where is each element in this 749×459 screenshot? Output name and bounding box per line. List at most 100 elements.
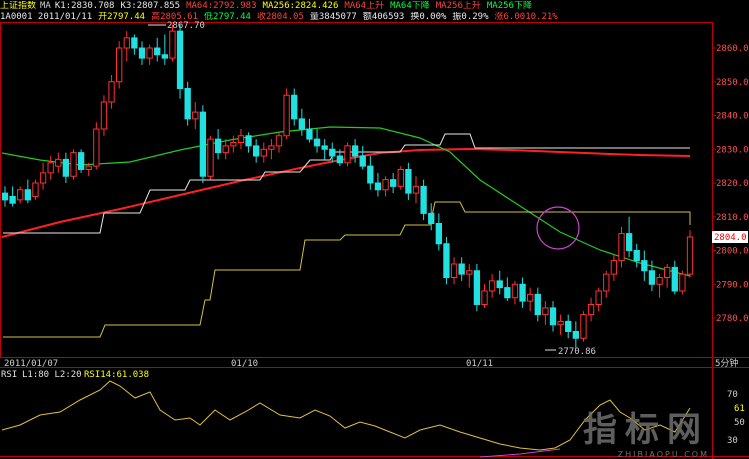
candle-up[interactable] [603,273,610,292]
candle-down[interactable] [351,145,359,157]
candle-up[interactable] [511,283,519,299]
candle-up[interactable] [55,158,62,167]
candle-down[interactable] [496,280,503,289]
candle-down[interactable] [321,145,328,150]
candle-down[interactable] [549,307,557,326]
candle-up[interactable] [169,30,176,59]
rsi-tick-61: 61 [734,404,745,414]
candle-down[interactable] [184,88,191,120]
candle-up[interactable] [466,270,473,275]
candle-down[interactable] [24,189,31,201]
candle-down[interactable] [176,30,184,89]
candle-down[interactable] [291,94,298,120]
candle-up[interactable] [283,94,290,137]
candle-down[interactable] [420,185,427,214]
candle-down[interactable] [504,287,511,299]
candle-down[interactable] [565,320,572,332]
k1-value: K1:2830.708 [54,1,115,11]
candle-down[interactable] [306,128,313,140]
candle-down[interactable] [329,148,336,157]
candle-down[interactable] [458,263,465,275]
candle-up[interactable] [481,290,488,305]
candle-down[interactable] [214,138,222,154]
candle-up[interactable] [397,169,404,187]
candle-down[interactable] [1,192,9,201]
candle-down[interactable] [671,266,678,292]
candle-up[interactable] [146,47,153,59]
candle-up[interactable] [237,135,245,143]
candle-down[interactable] [62,158,70,177]
candle-down[interactable] [374,182,382,191]
candle-down[interactable] [131,37,138,49]
candle-down[interactable] [359,155,366,167]
candle-up[interactable] [488,280,496,292]
candle-up[interactable] [47,162,54,174]
candle-down[interactable] [648,270,656,285]
candle-down[interactable] [641,260,648,272]
candle-down[interactable] [390,179,397,187]
candle-up[interactable] [70,152,77,177]
candle-up[interactable] [39,172,47,184]
candle-down[interactable] [313,138,321,147]
candle-up[interactable] [123,37,130,49]
candlesticks[interactable] [1,24,694,349]
candle-up[interactable] [412,185,420,194]
candle-down[interactable] [534,293,541,316]
candle-up[interactable] [527,293,534,302]
candle-up[interactable] [656,277,663,285]
candle-up[interactable] [610,260,618,275]
candle-up[interactable] [268,145,275,150]
candle-down[interactable] [625,233,633,251]
candle-up[interactable] [116,47,123,83]
candle-up[interactable] [679,273,686,292]
candle-down[interactable] [253,145,260,157]
candle-down[interactable] [428,212,435,224]
candle-up[interactable] [260,148,267,157]
candle-down[interactable] [161,54,168,59]
candle-up[interactable] [85,165,92,170]
candle-up[interactable] [450,263,458,278]
candle-up[interactable] [686,236,694,275]
candle-up[interactable] [275,135,283,147]
date-label-1: 2011/01/07 [4,359,58,369]
candle-up[interactable] [618,233,625,262]
candle-down[interactable] [519,283,526,302]
candle-down[interactable] [405,169,412,194]
candle-up[interactable] [230,142,237,147]
candle-up[interactable] [595,290,602,305]
candle-down[interactable] [435,223,442,245]
candle-up[interactable] [108,81,115,103]
candle-down[interactable] [633,250,640,262]
candle-up[interactable] [17,189,24,201]
candle-up[interactable] [32,182,39,197]
index-title[interactable]: 上证指数 [0,1,36,11]
candle-down[interactable] [473,270,481,305]
candle-down[interactable] [138,47,146,59]
candle-up[interactable] [93,128,100,167]
candle-down[interactable] [154,47,161,56]
candle-down[interactable] [367,165,374,184]
candle-up[interactable] [192,111,199,120]
period-label[interactable]: 5分钟 [715,357,738,369]
k3-value: K3:2807.855 [120,1,181,11]
candle-down[interactable] [443,243,450,278]
candle-up[interactable] [382,179,389,191]
candle-up[interactable] [587,304,595,316]
candle-down[interactable] [336,155,344,164]
candle-down[interactable] [77,152,85,170]
candle-up[interactable] [664,266,671,278]
candle-down[interactable] [245,135,252,147]
candle-up[interactable] [222,145,229,154]
candle-down[interactable] [572,331,579,339]
candle-up[interactable] [344,145,351,164]
candle-up[interactable] [100,101,108,130]
candle-up[interactable] [207,138,214,177]
watermark-cn: 指标网 [583,410,709,450]
kline-chart-canvas[interactable]: 2860.0 2850.0 2840.0 2830.0 2820.0 2810.0 2800… [0,0,749,459]
candle-down[interactable] [9,196,16,204]
candle-up[interactable] [580,314,587,339]
candle-up[interactable] [557,320,564,326]
candle-down[interactable] [298,118,305,130]
candle-down[interactable] [199,111,207,177]
candle-up[interactable] [542,307,549,316]
